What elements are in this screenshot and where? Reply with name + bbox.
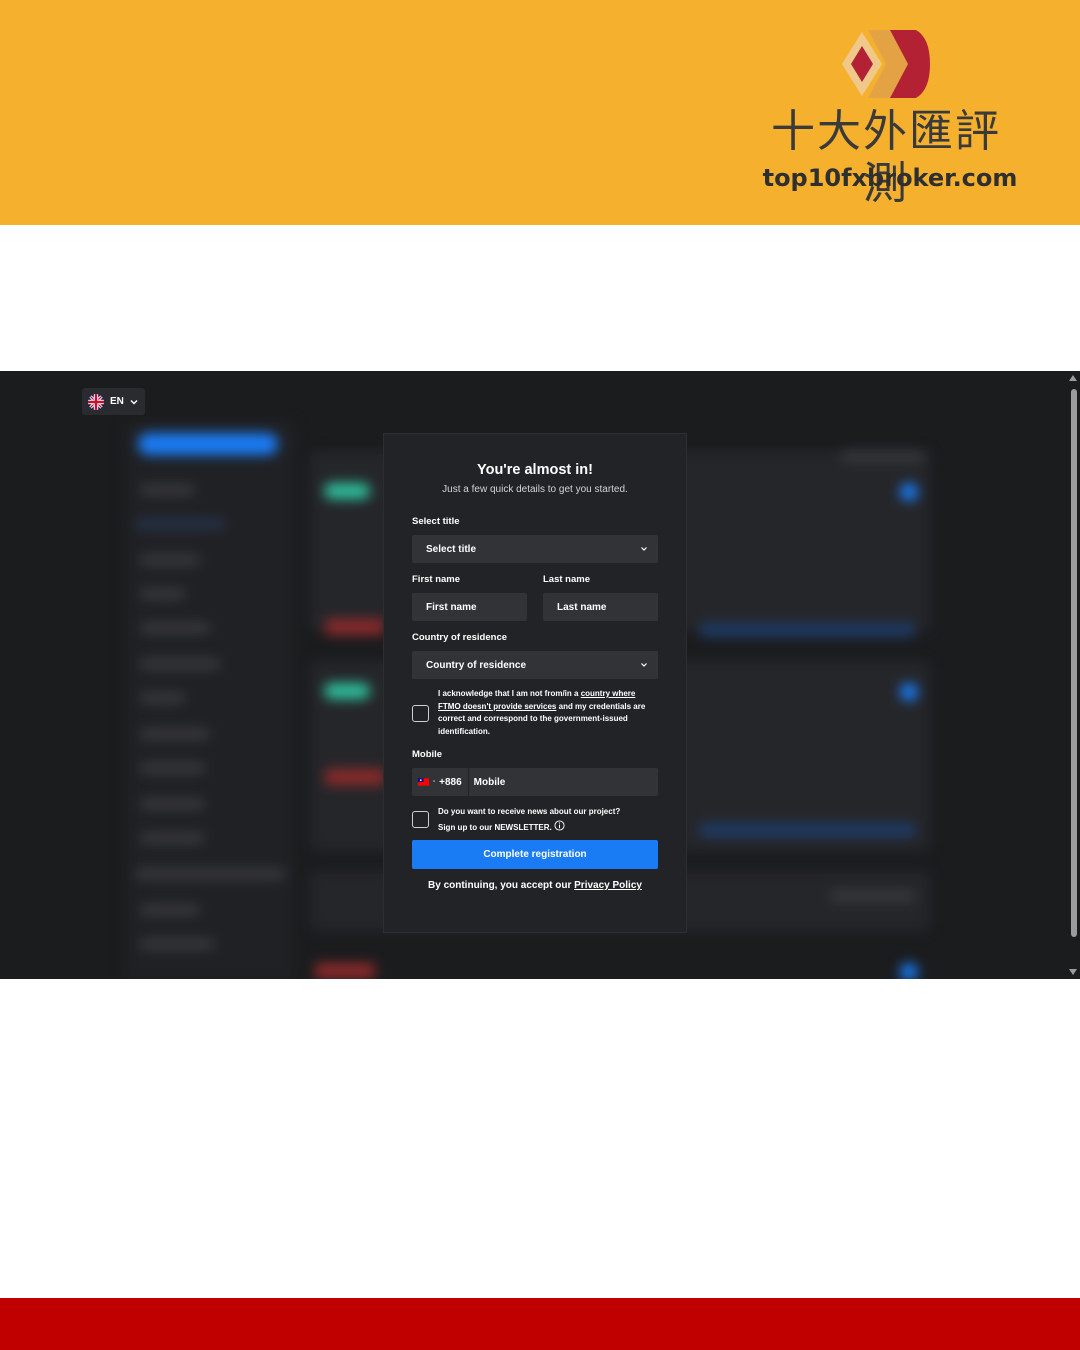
mobile-placeholder: Mobile bbox=[473, 776, 506, 788]
blurred-row bbox=[140, 485, 195, 495]
last-name-label: Last name bbox=[543, 574, 590, 585]
brand-url: top10fxbroker.com bbox=[762, 164, 1018, 192]
newsletter-checkbox[interactable] bbox=[412, 811, 429, 828]
blurred-pill bbox=[324, 483, 370, 499]
blurred-red-row bbox=[315, 963, 375, 979]
acknowledge-checkbox[interactable] bbox=[412, 705, 429, 722]
newsletter-question: Do you want to receive news about our pr… bbox=[438, 807, 621, 816]
country-select[interactable]: Country of residence bbox=[412, 651, 658, 679]
title-select[interactable]: Select title bbox=[412, 535, 658, 563]
scrollbar[interactable] bbox=[1066, 371, 1080, 979]
country-label: Country of residence bbox=[412, 632, 508, 643]
last-name-placeholder: Last name bbox=[557, 601, 607, 613]
registration-modal: You're almost in! Just a few quick detai… bbox=[383, 433, 687, 933]
scroll-down-arrow-icon[interactable] bbox=[1069, 969, 1077, 975]
taiwan-flag-icon bbox=[418, 778, 429, 786]
chevron-down-icon bbox=[641, 547, 647, 551]
blurred-row bbox=[140, 623, 210, 633]
top-banner: 十大外匯評測 top10fxbroker.com bbox=[0, 0, 1080, 225]
blurred-dot bbox=[900, 483, 918, 501]
chevron-down-icon bbox=[130, 399, 138, 404]
newsletter-signup-text: Sign up to our bbox=[438, 822, 495, 832]
registration-screenshot: EN You're almost in! Just a few quick de… bbox=[0, 371, 1080, 979]
blurred-row bbox=[140, 763, 205, 773]
language-code: EN bbox=[110, 396, 124, 407]
first-name-placeholder: First name bbox=[426, 601, 477, 613]
blurred-row bbox=[135, 869, 285, 879]
brand-logo-icon bbox=[842, 30, 930, 98]
blurred-row bbox=[830, 891, 915, 901]
privacy-policy-link[interactable]: Privacy Policy bbox=[574, 880, 642, 891]
privacy-policy-notice: By continuing, you accept our Privacy Po… bbox=[384, 880, 686, 891]
dropdown-dot-icon: • bbox=[433, 779, 436, 785]
blurred-row bbox=[140, 659, 220, 669]
blurred-row bbox=[140, 555, 200, 565]
blurred-row bbox=[140, 729, 210, 739]
country-code: +886 bbox=[439, 776, 462, 788]
country-select-value: Country of residence bbox=[426, 659, 527, 671]
blurred-row bbox=[840, 451, 925, 461]
blurred-blue-row bbox=[700, 623, 915, 637]
blurred-dot bbox=[900, 683, 918, 701]
scroll-up-arrow-icon[interactable] bbox=[1069, 375, 1077, 381]
blurred-row bbox=[140, 589, 185, 599]
brand-name-chinese: 十大外匯評測 bbox=[771, 106, 1001, 209]
blurred-red-row bbox=[325, 619, 385, 635]
title-label: Select title bbox=[412, 516, 460, 527]
uk-flag-icon bbox=[88, 393, 104, 410]
info-icon[interactable] bbox=[554, 819, 565, 831]
blurred-dot bbox=[900, 963, 918, 979]
blurred-row bbox=[135, 519, 225, 529]
footer-bar bbox=[0, 1298, 1080, 1350]
modal-subtitle: Just a few quick details to get you star… bbox=[442, 484, 628, 495]
chevron-down-icon bbox=[641, 663, 647, 667]
scroll-thumb[interactable] bbox=[1071, 389, 1077, 937]
blurred-red-row bbox=[325, 769, 385, 785]
newsletter-emphasis: NEWSLETTER. bbox=[494, 822, 552, 832]
newsletter-signup-line: Sign up to our NEWSLETTER. bbox=[438, 819, 658, 836]
blurred-row bbox=[140, 939, 215, 949]
complete-registration-button[interactable]: Complete registration bbox=[412, 840, 658, 869]
newsletter-text: Do you want to receive news about our pr… bbox=[438, 805, 658, 835]
privacy-policy-prefix: By continuing, you accept our bbox=[428, 880, 575, 891]
first-name-input[interactable]: First name bbox=[412, 593, 527, 621]
blurred-row bbox=[140, 693, 185, 703]
blurred-row bbox=[140, 799, 205, 809]
blurred-blue-row bbox=[700, 823, 915, 837]
mobile-label: Mobile bbox=[412, 749, 443, 760]
language-selector[interactable]: EN bbox=[82, 388, 145, 415]
blurred-pill bbox=[324, 683, 370, 699]
blurred-row bbox=[140, 833, 205, 843]
acknowledge-text-part1: I acknowledge that I am not from/in a bbox=[438, 689, 581, 698]
mobile-input[interactable]: Mobile bbox=[469, 777, 658, 788]
acknowledge-text: I acknowledge that I am not from/in a co… bbox=[438, 688, 648, 738]
blurred-row bbox=[140, 905, 200, 915]
last-name-input[interactable]: Last name bbox=[543, 593, 658, 621]
blurred-sidebar-button bbox=[138, 433, 278, 455]
country-code-selector[interactable]: • +886 bbox=[412, 768, 469, 796]
modal-title: You're almost in! bbox=[477, 462, 593, 478]
mobile-field: • +886 Mobile bbox=[412, 768, 658, 796]
title-select-value: Select title bbox=[426, 543, 477, 555]
first-name-label: First name bbox=[412, 574, 461, 585]
